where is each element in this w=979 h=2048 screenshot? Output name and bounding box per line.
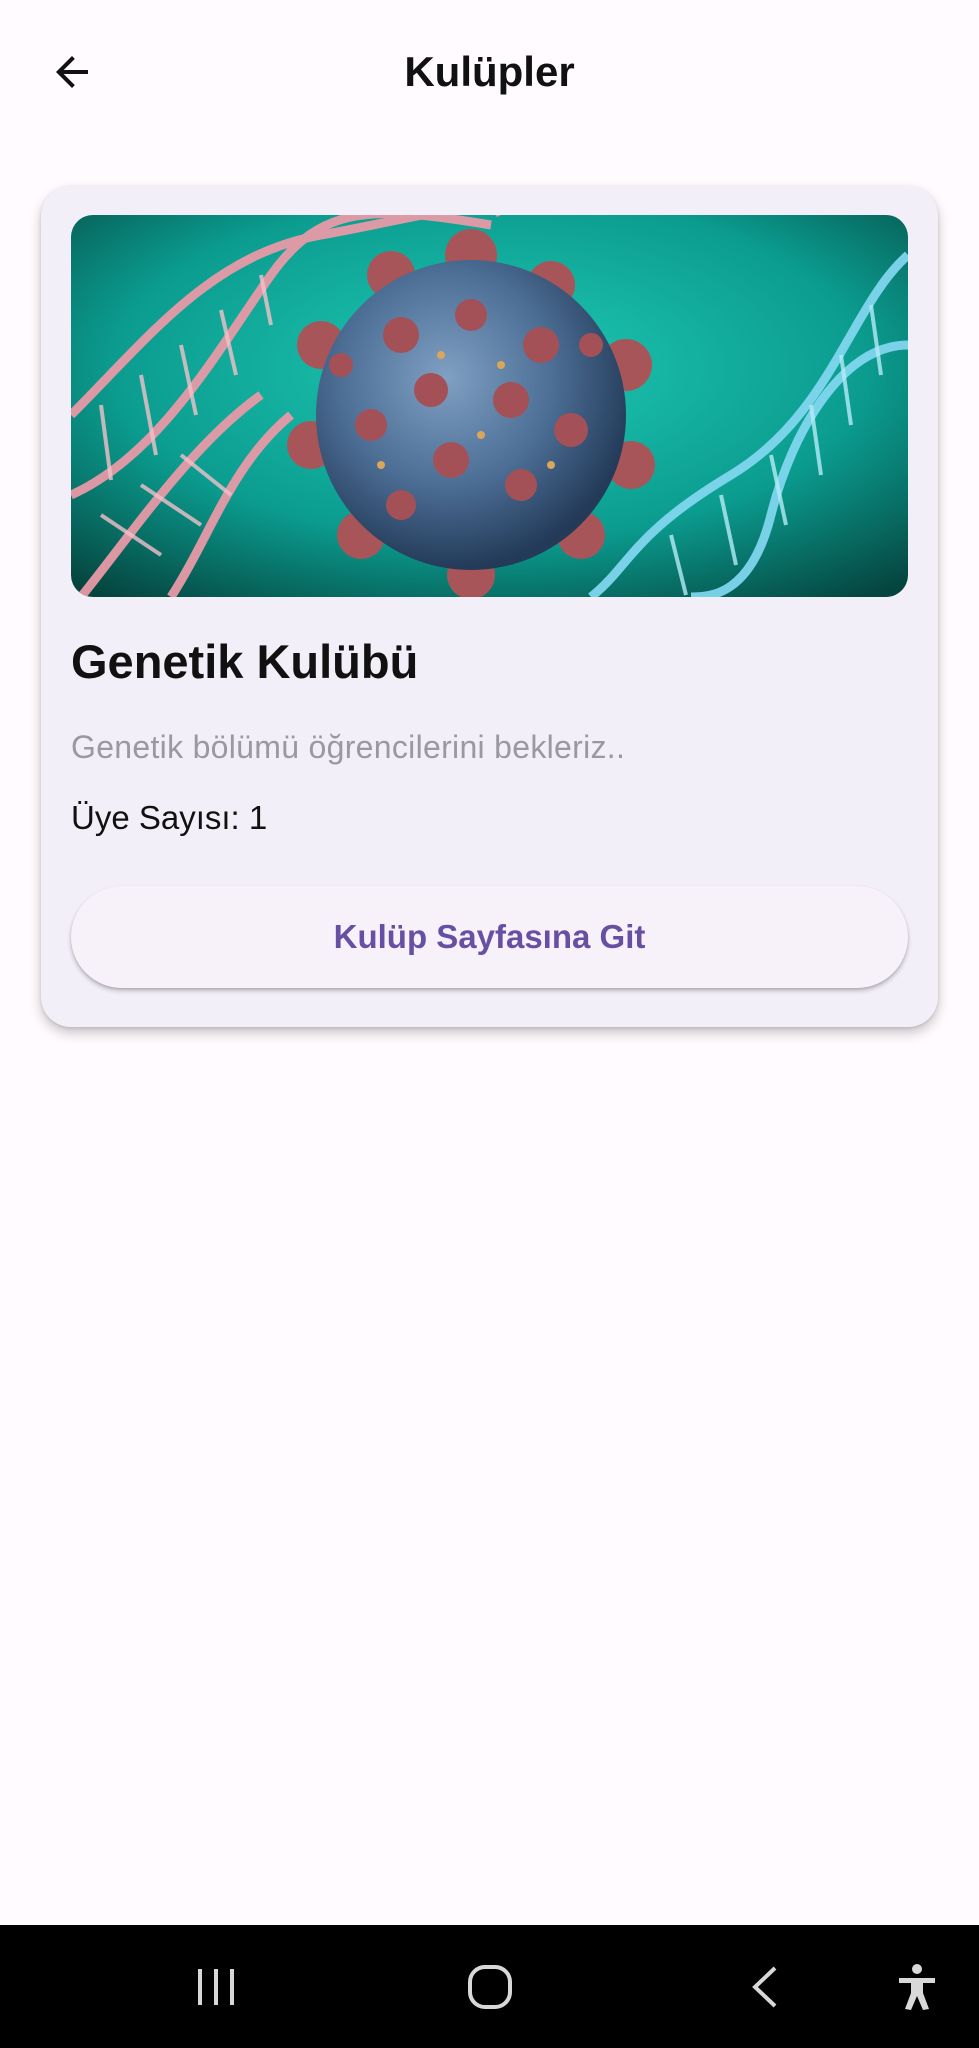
home-button[interactable] [435,1925,545,2048]
club-description: Genetik bölümü öğrencilerini bekleriz.. [71,729,626,765]
club-image [71,215,908,597]
clubs-screen: Kulüpler Genetik Kulübü Genetik bölümü ö… [0,0,979,2048]
app-bar: Kulüpler [0,0,979,146]
member-count: Üye Sayısı: 1 [71,799,268,836]
back-icon [752,1966,777,2007]
club-name: Genetik Kulübü [71,635,419,688]
system-nav-bar [0,1925,979,2048]
page-title: Kulüpler [404,48,575,95]
system-back-button[interactable] [710,1925,820,2048]
go-to-club-page-button[interactable]: Kulüp Sayfasına Git [71,886,908,988]
recent-apps-icon [198,1968,234,2005]
recent-apps-button[interactable] [161,1925,271,2048]
home-icon [468,1964,512,2009]
club-card: Genetik Kulübü Genetik bölümü öğrenciler… [41,186,938,1027]
accessibility-button[interactable] [862,1925,972,2048]
accessibility-icon [899,1963,935,2010]
